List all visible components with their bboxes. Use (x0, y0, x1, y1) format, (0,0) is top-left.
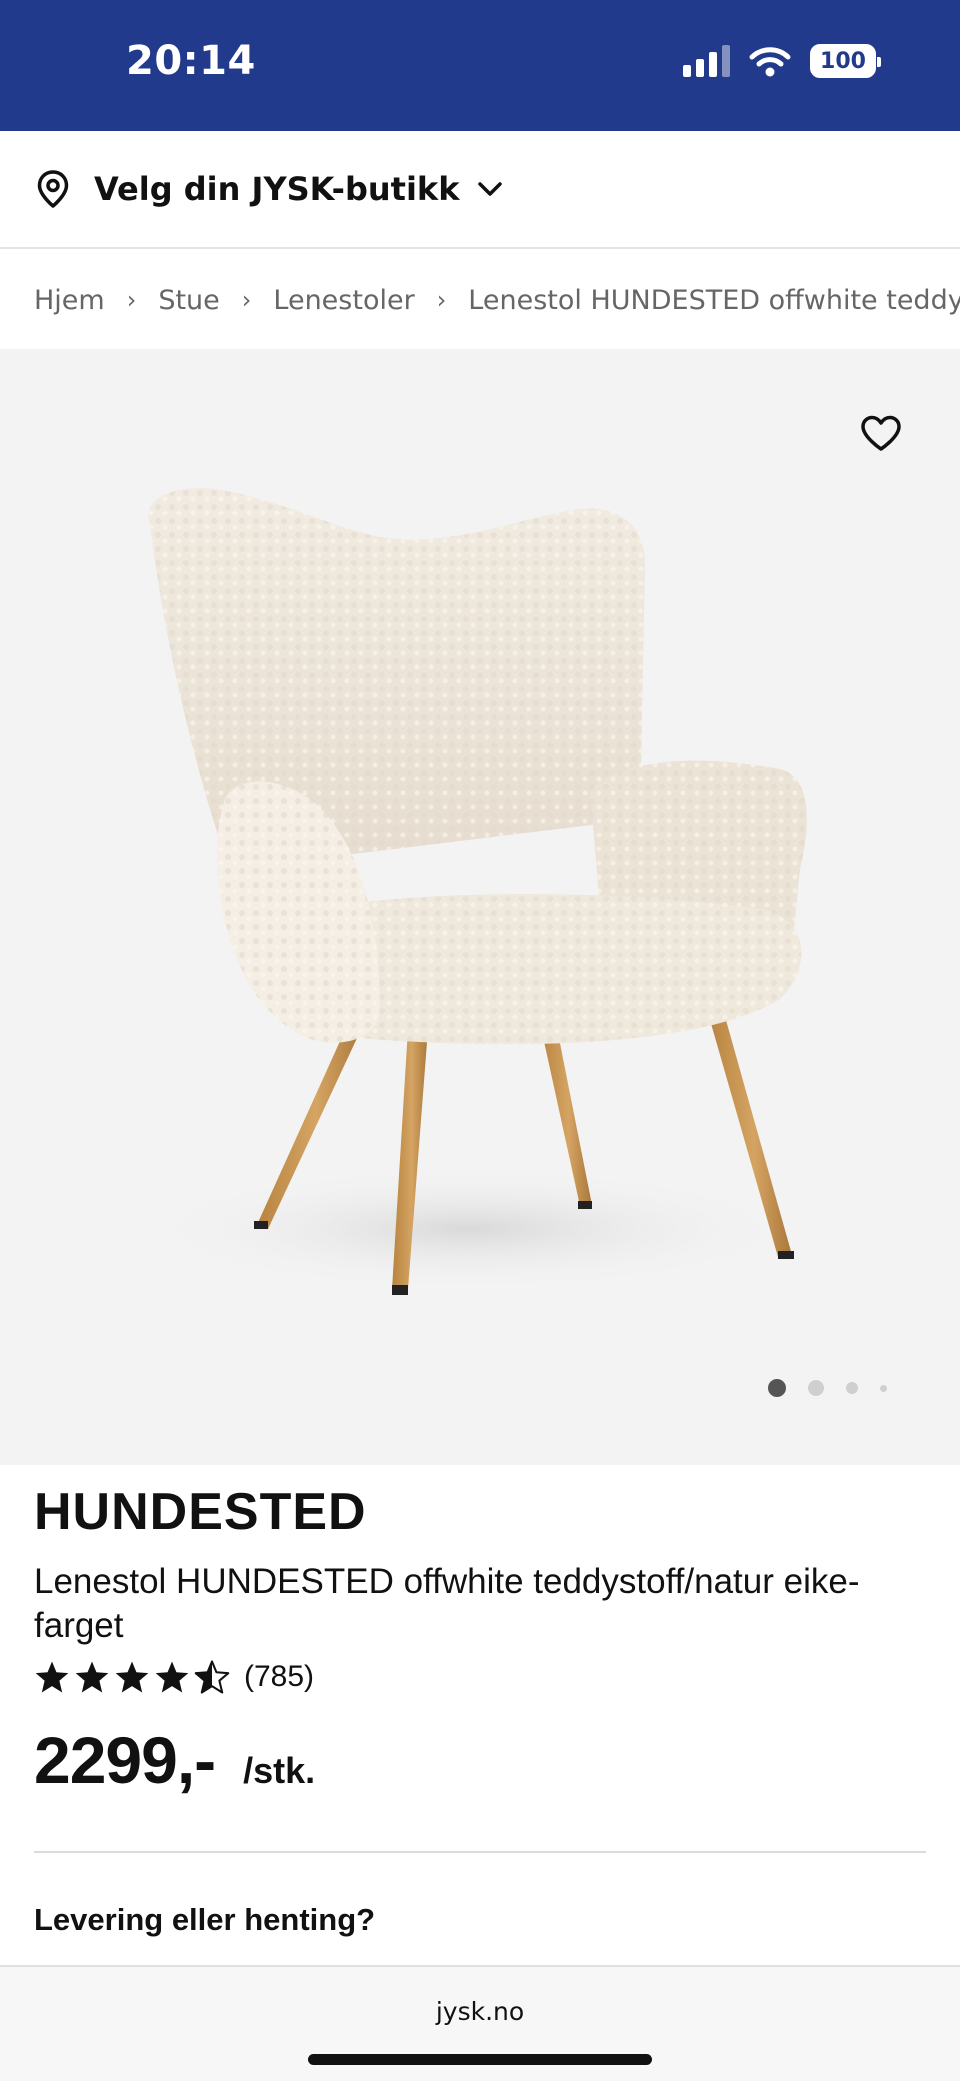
carousel-pagination (768, 1379, 887, 1397)
url-text[interactable]: jysk.no (0, 1997, 960, 2026)
delivery-heading[interactable]: Levering eller henting? (34, 1902, 375, 1938)
store-selector[interactable]: Velg din JYSK-butikk (0, 131, 960, 249)
product-price: 2299,- /stk. (34, 1722, 315, 1798)
review-count[interactable]: (785) (244, 1660, 314, 1694)
signal-icon (683, 45, 730, 77)
status-icons: 100 (683, 44, 881, 78)
chevron-down-icon (478, 182, 503, 196)
heart-icon[interactable] (860, 415, 902, 453)
home-indicator[interactable] (308, 2054, 652, 2065)
status-time: 20:14 (126, 38, 256, 84)
product-image-gallery[interactable] (0, 349, 960, 1465)
status-bar: 20:14 100 (0, 0, 960, 131)
price-unit: /stk. (243, 1750, 316, 1791)
product-brand: HUNDESTED (34, 1483, 367, 1541)
browser-url-bar[interactable]: jysk.no (0, 1965, 960, 2081)
breadcrumb-item-lenestoler[interactable]: Lenestoler (273, 285, 414, 316)
carousel-dot-active[interactable] (768, 1379, 786, 1397)
star-icon (155, 1661, 189, 1693)
star-icon (35, 1661, 69, 1693)
chevron-right-icon: › (436, 286, 447, 314)
battery-icon: 100 (810, 44, 881, 78)
wifi-icon (749, 47, 791, 77)
breadcrumb-item-stue[interactable]: Stue (158, 285, 219, 316)
product-rating[interactable]: (785) (34, 1660, 314, 1694)
carousel-dot[interactable] (808, 1380, 824, 1396)
star-icon (115, 1661, 149, 1693)
chevron-right-icon: › (241, 286, 252, 314)
location-pin-icon (37, 170, 69, 208)
price-value: 2299,- (34, 1723, 216, 1797)
carousel-dot[interactable] (846, 1382, 858, 1394)
half-star-icon (194, 1660, 230, 1694)
product-image (140, 488, 807, 1295)
store-selector-label: Velg din JYSK-butikk (94, 170, 460, 208)
battery-level: 100 (820, 48, 866, 74)
carousel-dot[interactable] (880, 1384, 887, 1392)
star-icon (75, 1661, 109, 1693)
breadcrumb: Hjem › Stue › Lenestoler › Lenestol HUND… (0, 251, 960, 349)
divider (34, 1851, 926, 1853)
breadcrumb-item-current: Lenestol HUNDESTED offwhite teddystc (468, 284, 960, 316)
breadcrumb-item-hjem[interactable]: Hjem (34, 285, 105, 316)
chevron-right-icon: › (126, 286, 137, 314)
product-name: Lenestol HUNDESTED offwhite teddystoff/n… (34, 1562, 860, 1645)
